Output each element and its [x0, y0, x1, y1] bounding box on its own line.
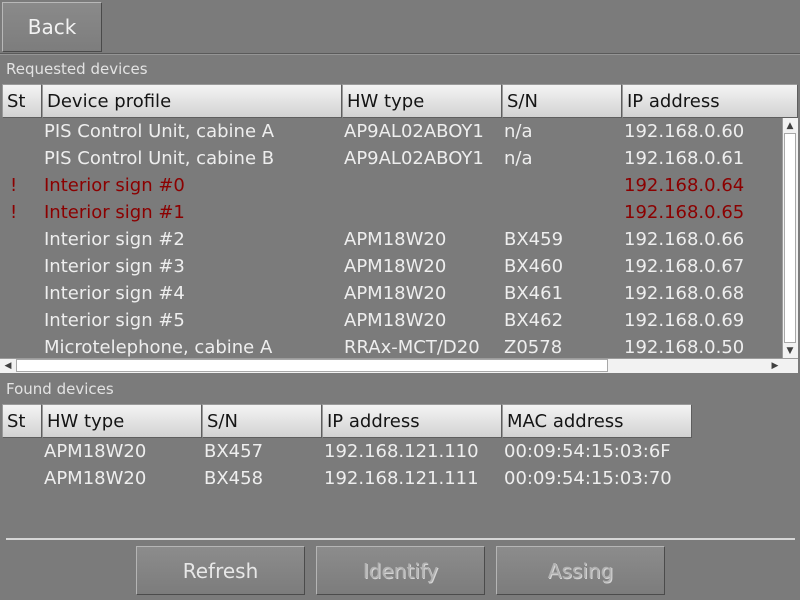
row-sn: BX457: [204, 441, 264, 462]
col-header-sn[interactable]: S/N: [502, 84, 622, 118]
row-ip-address: 192.168.0.67: [624, 256, 745, 277]
row-mac-address: 00:09:54:15:03:6F: [504, 441, 671, 462]
row-ip-address: 192.168.121.110: [324, 441, 479, 462]
col-header-device-profile[interactable]: Device profile: [42, 84, 342, 118]
col-header-hw-type[interactable]: HW type: [42, 404, 202, 438]
assign-button[interactable]: Assing: [496, 546, 665, 595]
back-button[interactable]: Back: [2, 2, 102, 52]
row-hw-type: APM18W20: [344, 256, 447, 277]
found-table-header: St HW type S/N IP address MAC address: [0, 404, 692, 438]
row-device-profile: Interior sign #1: [44, 202, 185, 223]
row-ip-address: 192.168.0.66: [624, 229, 745, 250]
requested-table-header: St Device profile HW type S/N IP address: [0, 84, 800, 118]
row-ip-address: 192.168.0.65: [624, 202, 745, 223]
row-hw-type: APM18W20: [44, 441, 147, 462]
scroll-left-icon[interactable]: ◀: [1, 359, 15, 373]
row-device-profile: Interior sign #4: [44, 283, 185, 304]
col-header-hw-type[interactable]: HW type: [342, 84, 502, 118]
row-sn: BX459: [504, 229, 564, 250]
refresh-button[interactable]: Refresh: [136, 546, 305, 595]
row-hw-type: APM18W20: [344, 229, 447, 250]
found-devices-list: APM18W20 BX457 192.168.121.110 00:09:54:…: [0, 438, 780, 534]
col-header-status[interactable]: St: [2, 404, 42, 438]
table-row[interactable]: Interior sign #5 APM18W20 BX462 192.168.…: [0, 307, 780, 334]
col-header-status[interactable]: St: [2, 84, 42, 118]
found-devices-label: Found devices: [6, 380, 114, 398]
row-ip-address: 192.168.0.50: [624, 337, 745, 358]
row-status-warning: !: [10, 175, 18, 196]
top-separator-highlight: [0, 54, 800, 55]
col-header-ip-address[interactable]: IP address: [322, 404, 502, 438]
row-sn: n/a: [504, 121, 533, 142]
row-device-profile: Interior sign #5: [44, 310, 185, 331]
col-header-ip-address[interactable]: IP address: [622, 84, 798, 118]
row-hw-type: RRAx-MCT/D20: [344, 337, 480, 358]
table-row[interactable]: APM18W20 BX458 192.168.121.111 00:09:54:…: [0, 465, 780, 492]
row-device-profile: Interior sign #3: [44, 256, 185, 277]
requested-devices-list: PIS Control Unit, cabine A AP9AL02ABOY1 …: [0, 118, 782, 358]
row-device-profile: Microtelephone, cabine A: [44, 337, 273, 358]
row-ip-address: 192.168.0.60: [624, 121, 745, 142]
table-row[interactable]: ! Interior sign #0 192.168.0.64: [0, 172, 780, 199]
table-row[interactable]: Interior sign #3 APM18W20 BX460 192.168.…: [0, 253, 780, 280]
row-device-profile: Interior sign #2: [44, 229, 185, 250]
table-row[interactable]: Interior sign #4 APM18W20 BX461 192.168.…: [0, 280, 780, 307]
row-sn: BX462: [504, 310, 564, 331]
col-header-mac-address[interactable]: MAC address: [502, 404, 692, 438]
row-ip-address: 192.168.0.68: [624, 283, 745, 304]
vertical-scroll-thumb[interactable]: [784, 133, 796, 343]
identify-button[interactable]: Identify: [316, 546, 485, 595]
row-hw-type: APM18W20: [344, 283, 447, 304]
table-row[interactable]: Interior sign #2 APM18W20 BX459 192.168.…: [0, 226, 780, 253]
row-hw-type: AP9AL02ABOY1: [344, 121, 484, 142]
row-device-profile: Interior sign #0: [44, 175, 185, 196]
requested-devices-label: Requested devices: [6, 60, 148, 78]
table-row[interactable]: APM18W20 BX457 192.168.121.110 00:09:54:…: [0, 438, 780, 465]
row-sn: BX458: [204, 468, 264, 489]
row-ip-address: 192.168.0.61: [624, 148, 745, 169]
row-ip-address: 192.168.121.111: [324, 468, 479, 489]
row-hw-type: AP9AL02ABOY1: [344, 148, 484, 169]
table-row[interactable]: ! Interior sign #1 192.168.0.65: [0, 199, 780, 226]
row-sn: BX461: [504, 283, 564, 304]
col-header-sn[interactable]: S/N: [202, 404, 322, 438]
horizontal-scroll-thumb[interactable]: [16, 359, 608, 372]
row-hw-type: APM18W20: [44, 468, 147, 489]
scroll-up-icon[interactable]: ▲: [783, 119, 797, 133]
table-row[interactable]: Microtelephone, cabine A RRAx-MCT/D20 Z0…: [0, 334, 780, 358]
table-row[interactable]: PIS Control Unit, cabine B AP9AL02ABOY1 …: [0, 145, 780, 172]
scroll-down-icon[interactable]: ▼: [783, 344, 797, 358]
row-ip-address: 192.168.0.64: [624, 175, 745, 196]
row-sn: n/a: [504, 148, 533, 169]
row-device-profile: PIS Control Unit, cabine A: [44, 121, 275, 142]
bottom-separator: [6, 538, 795, 540]
row-status-warning: !: [10, 202, 18, 223]
row-hw-type: APM18W20: [344, 310, 447, 331]
row-sn: Z0578: [504, 337, 563, 358]
scroll-right-icon[interactable]: ▶: [768, 359, 782, 373]
row-mac-address: 00:09:54:15:03:70: [504, 468, 672, 489]
table-row[interactable]: PIS Control Unit, cabine A AP9AL02ABOY1 …: [0, 118, 780, 145]
row-device-profile: PIS Control Unit, cabine B: [44, 148, 275, 169]
row-sn: BX460: [504, 256, 564, 277]
row-ip-address: 192.168.0.69: [624, 310, 745, 331]
